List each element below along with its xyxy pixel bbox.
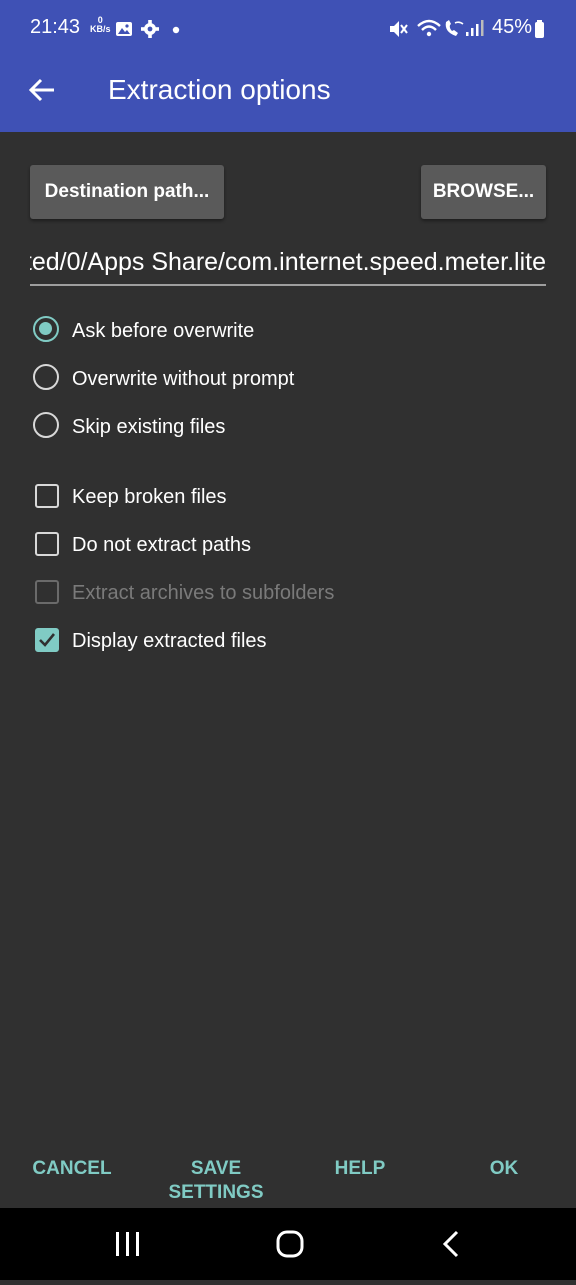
home-icon[interactable] bbox=[276, 1230, 304, 1258]
checkbox-label: Extract archives to subfolders bbox=[72, 582, 335, 604]
radio-button[interactable] bbox=[33, 364, 59, 390]
checkbox-checked[interactable] bbox=[35, 628, 59, 652]
checkbox-label: Do not extract paths bbox=[72, 534, 251, 556]
checkbox[interactable] bbox=[35, 532, 59, 556]
ok-button[interactable]: OK bbox=[474, 1157, 534, 1181]
cancel-button[interactable]: CANCEL bbox=[22, 1157, 122, 1181]
back-icon[interactable] bbox=[442, 1230, 459, 1258]
destination-path-value: /storage/emulated/0/Apps Share/com.inter… bbox=[30, 248, 546, 276]
radio-label: Skip existing files bbox=[72, 416, 226, 438]
net-speed-unit: KB/s bbox=[90, 24, 111, 34]
radio-label: Ask before overwrite bbox=[72, 320, 255, 342]
gear-icon bbox=[141, 20, 159, 38]
back-arrow-icon[interactable] bbox=[26, 74, 58, 106]
radio-button[interactable] bbox=[33, 412, 59, 438]
app-bar: Extraction options bbox=[0, 48, 576, 132]
browse-button[interactable]: BROWSE... bbox=[421, 165, 546, 219]
status-time: 21:43 bbox=[30, 16, 81, 38]
checkbox-disabled bbox=[35, 580, 59, 604]
save-settings-line2: SETTINGS bbox=[168, 1182, 264, 1203]
save-settings-button[interactable]: SAVE SETTINGS bbox=[156, 1157, 276, 1205]
recents-icon[interactable] bbox=[116, 1232, 139, 1256]
radio-button-checked[interactable] bbox=[33, 316, 59, 342]
battery-icon bbox=[535, 20, 544, 38]
wifi-calling-icon bbox=[445, 20, 464, 36]
wifi-icon bbox=[417, 19, 441, 37]
signal-icon bbox=[466, 20, 484, 36]
checkbox-label: Keep broken files bbox=[72, 486, 227, 508]
page-title: Extraction options bbox=[108, 74, 331, 105]
status-icons-left bbox=[116, 20, 196, 45]
net-speed-indicator: 0 KB/s bbox=[90, 16, 111, 34]
help-button[interactable]: HELP bbox=[320, 1157, 400, 1181]
dot-icon bbox=[172, 26, 180, 34]
radio-label: Overwrite without prompt bbox=[72, 368, 295, 390]
system-nav-bar bbox=[0, 1208, 576, 1280]
checkbox[interactable] bbox=[35, 484, 59, 508]
status-bar: 21:43 0 KB/s 45% bbox=[0, 0, 576, 48]
destination-path-input[interactable]: /storage/emulated/0/Apps Share/com.inter… bbox=[30, 240, 546, 286]
mute-icon bbox=[390, 21, 408, 37]
destination-path-button[interactable]: Destination path... bbox=[30, 165, 224, 219]
save-settings-line1: SAVE bbox=[190, 1158, 242, 1179]
battery-percent: 45% bbox=[492, 16, 533, 38]
image-icon bbox=[116, 22, 132, 36]
status-icons-right bbox=[388, 18, 488, 47]
checkmark-icon bbox=[39, 633, 56, 647]
checkbox-label: Display extracted files bbox=[72, 630, 267, 652]
